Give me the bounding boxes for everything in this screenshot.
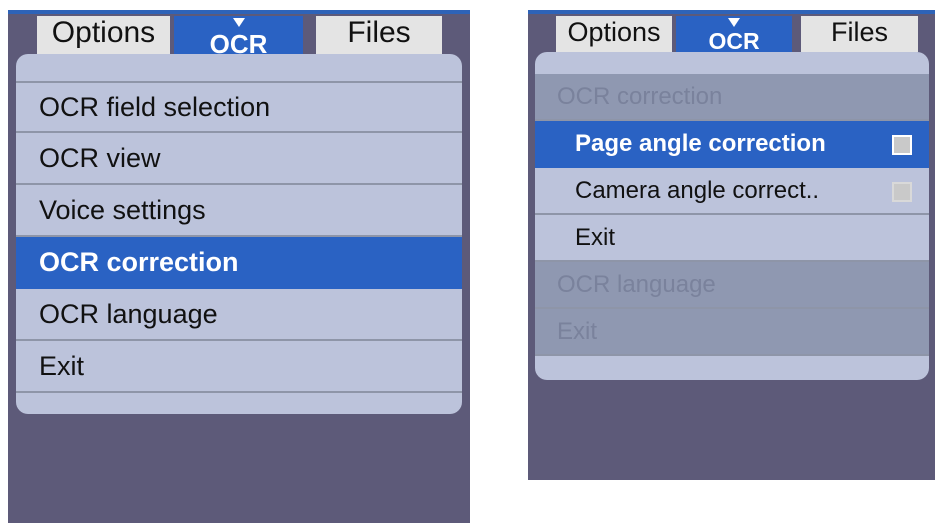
ocr-menu-screen-left: Options OCR Files OCR field selection OC…	[8, 10, 470, 523]
tab-files[interactable]: Files	[316, 16, 442, 54]
menu-item-camera-angle-correction[interactable]: Camera angle correct..	[535, 168, 929, 215]
menu-item-label: OCR correction	[39, 246, 239, 277]
menu-item-label: OCR field selection	[39, 91, 271, 122]
menu-item-label: Exit	[557, 317, 598, 345]
top-accent-line	[8, 10, 470, 14]
triangle-down-icon	[728, 18, 740, 27]
menu-item-exit-dimmed: Exit	[535, 309, 929, 356]
menu-item-ocr-language[interactable]: OCR language	[16, 289, 462, 341]
menu-item-label: OCR language	[39, 298, 218, 329]
menu-item-label: Voice settings	[39, 194, 206, 225]
camera-angle-checkbox[interactable]	[892, 182, 912, 202]
menu-item-ocr-field-selection[interactable]: OCR field selection	[16, 81, 462, 133]
menu-item-label: Camera angle correct..	[575, 176, 820, 204]
ocr-menu-panel: OCR field selection OCR view Voice setti…	[16, 54, 462, 414]
menu-item-label: Exit	[39, 350, 85, 381]
triangle-down-icon	[232, 18, 245, 27]
menu-item-exit-submenu[interactable]: Exit	[535, 215, 929, 262]
menu-item-label: Exit	[575, 223, 616, 251]
menu-item-exit[interactable]: Exit	[16, 341, 462, 393]
menu-item-ocr-view[interactable]: OCR view	[16, 133, 462, 185]
tab-ocr-label: OCR	[708, 28, 760, 54]
menu-item-ocr-language-dimmed: OCR language	[535, 262, 929, 309]
menu-item-label: OCR language	[557, 270, 716, 298]
menu-item-ocr-correction[interactable]: OCR correction	[16, 237, 462, 289]
ocr-correction-screen-right: Options OCR Files OCR correction Page an…	[528, 10, 935, 480]
menu-item-label: OCR view	[39, 142, 161, 173]
menu-item-voice-settings[interactable]: Voice settings	[16, 185, 462, 237]
page-angle-checkbox[interactable]	[892, 135, 912, 155]
tab-options[interactable]: Options	[556, 16, 672, 52]
menu-item-label: Page angle correction	[575, 129, 826, 157]
menu-item-label: OCR correction	[557, 82, 723, 110]
ocr-correction-panel: OCR correction Page angle correction Cam…	[535, 52, 929, 380]
tab-files[interactable]: Files	[801, 16, 918, 52]
top-accent-line	[528, 10, 935, 14]
menu-item-page-angle-correction[interactable]: Page angle correction	[535, 121, 929, 168]
tab-options[interactable]: Options	[37, 16, 170, 54]
menu-header-ocr-correction: OCR correction	[535, 74, 929, 121]
